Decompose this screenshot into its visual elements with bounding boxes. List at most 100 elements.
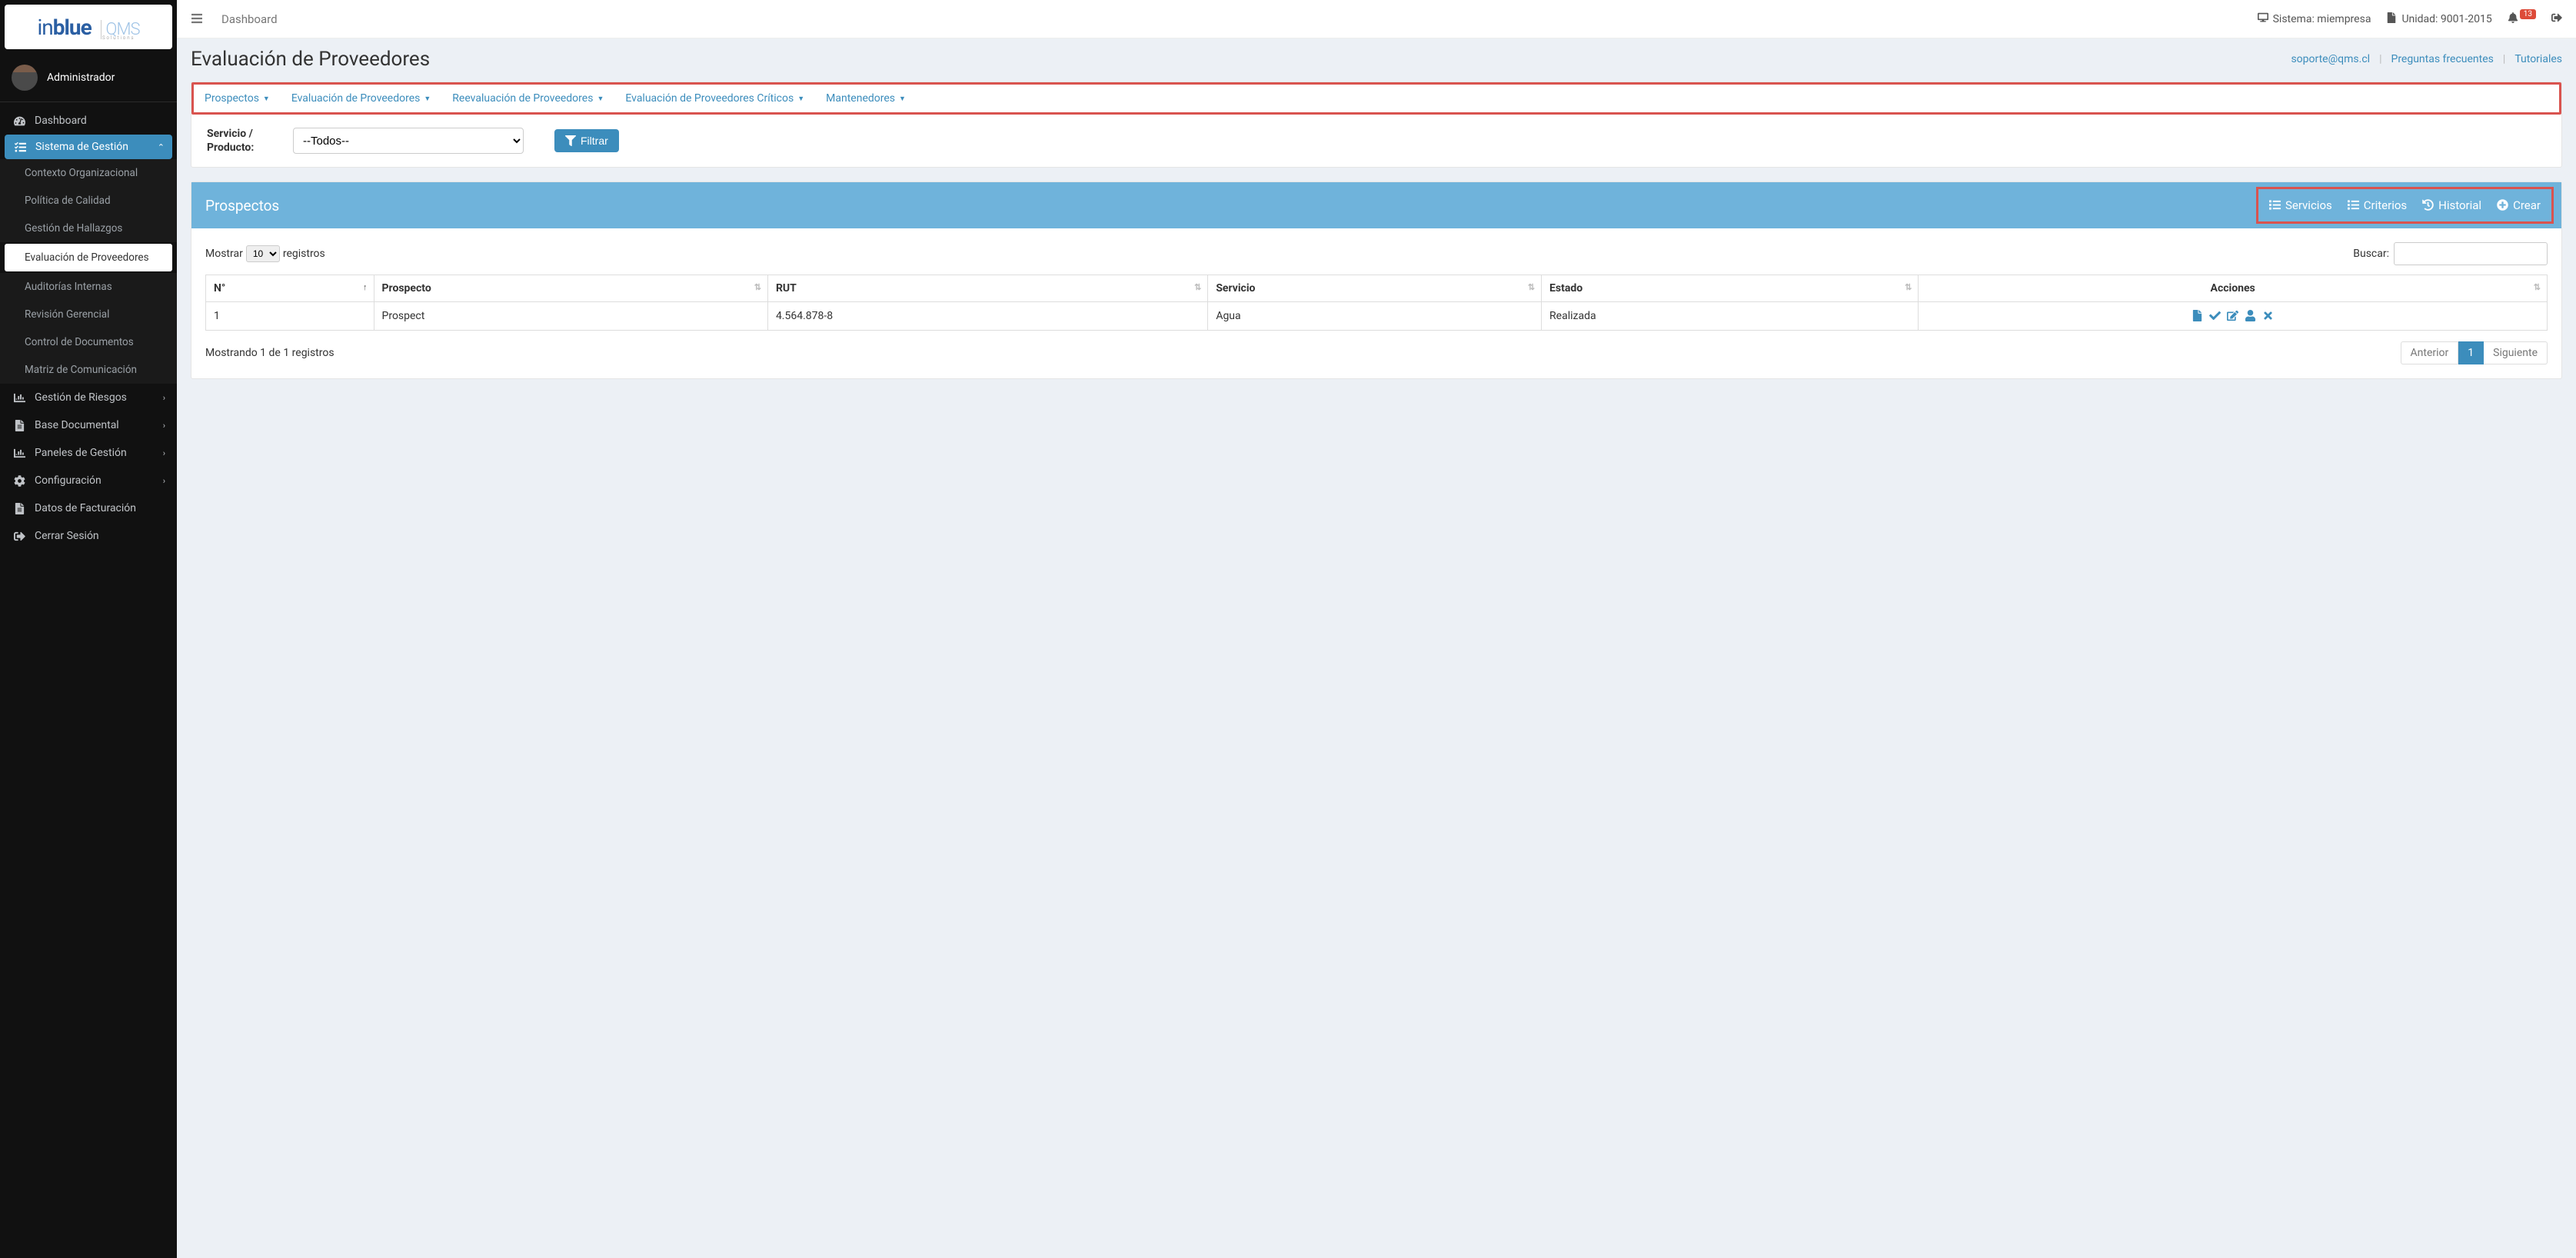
caret-down-icon: ▼ xyxy=(797,95,804,103)
cell-actions xyxy=(1919,302,2548,331)
length-prefix: Mostrar xyxy=(205,248,243,260)
sort-icon: ⇅ xyxy=(754,282,761,292)
sidebar-item-8[interactable]: Control de Documentos xyxy=(0,328,177,356)
main: Dashboard Sistema: miempresa Unidad: 900… xyxy=(177,0,2576,1258)
logo-qms: QMSSolutions xyxy=(101,20,140,39)
page-links: soporte@qms.cl | Preguntas frecuentes | … xyxy=(2291,53,2562,65)
caret-down-icon: ▼ xyxy=(899,95,906,103)
history-icon xyxy=(2422,198,2434,212)
col-1[interactable]: Prospecto⇅ xyxy=(374,275,767,302)
chevron-right-icon: › xyxy=(163,421,165,431)
tab-0[interactable]: Prospectos ▼ xyxy=(205,92,270,105)
pager: Anterior 1 Siguiente xyxy=(2401,341,2548,364)
faq-link[interactable]: Preguntas frecuentes xyxy=(2391,53,2493,65)
breadcrumb[interactable]: Dashboard xyxy=(221,12,278,26)
col-5[interactable]: Acciones⇅ xyxy=(1919,275,2548,302)
tab-1[interactable]: Evaluación de Proveedores ▼ xyxy=(291,92,431,105)
col-3[interactable]: Servicio⇅ xyxy=(1208,275,1542,302)
sidebar-item-0[interactable]: Dashboard xyxy=(0,107,177,135)
panel-card: Prospectos Servicios Criterios Histor xyxy=(191,181,2562,379)
sidebar-item-11[interactable]: Base Documental› xyxy=(0,411,177,439)
sidebar-item-label: Paneles de Gestión xyxy=(35,447,163,459)
tab-label: Prospectos xyxy=(205,92,259,105)
tab-label: Mantenedores xyxy=(826,92,895,105)
sign-out-icon xyxy=(12,531,27,542)
sidebar-item-2[interactable]: Contexto Organizacional xyxy=(0,159,177,187)
filter-icon xyxy=(565,135,576,147)
sidebar-item-label: Política de Calidad xyxy=(25,195,165,207)
sidebar-item-1[interactable]: Sistema de Gestión⌃ xyxy=(5,135,172,159)
delete-action-icon[interactable] xyxy=(2262,309,2274,323)
notif-badge: 13 xyxy=(2520,9,2536,19)
notifications-button[interactable]: 13 xyxy=(2508,12,2536,25)
sidebar-item-label: Revisión Gerencial xyxy=(25,308,165,321)
sidebar-item-label: Gestión de Hallazgos xyxy=(25,222,165,235)
crear-button[interactable]: Crear xyxy=(2497,198,2541,212)
sidebar-item-15[interactable]: Cerrar Sesión xyxy=(0,522,177,550)
tasks-icon xyxy=(12,141,28,153)
tabs-card: Prospectos ▼Evaluación de Proveedores ▼R… xyxy=(191,82,2562,168)
support-link[interactable]: soporte@qms.cl xyxy=(2291,53,2370,65)
tab-2[interactable]: Reevaluación de Proveedores ▼ xyxy=(452,92,604,105)
tab-3[interactable]: Evaluación de Proveedores Críticos ▼ xyxy=(625,92,804,105)
tab-label: Reevaluación de Proveedores xyxy=(452,92,593,105)
page-title: Evaluación de Proveedores xyxy=(191,48,430,71)
cell-n: 1 xyxy=(206,302,374,331)
historial-button[interactable]: Historial xyxy=(2422,198,2481,212)
plus-circle-icon xyxy=(2497,198,2508,212)
sort-icon: ⇅ xyxy=(2534,282,2541,292)
sidebar-item-6[interactable]: Auditorías Internas xyxy=(0,273,177,301)
menu-toggle-icon[interactable] xyxy=(191,12,203,26)
check-action-icon[interactable] xyxy=(2209,309,2221,323)
sidebar-item-label: Evaluación de Proveedores xyxy=(25,251,161,264)
pager-next[interactable]: Siguiente xyxy=(2484,341,2548,364)
sidebar-item-label: Datos de Facturación xyxy=(35,502,165,514)
sidebar-item-10[interactable]: Gestión de Riesgos› xyxy=(0,384,177,411)
logo-in: in xyxy=(37,15,52,40)
criterios-button[interactable]: Criterios xyxy=(2348,198,2407,212)
col-0[interactable]: N°↑ xyxy=(206,275,374,302)
file-action-icon[interactable] xyxy=(2192,309,2203,323)
list-icon xyxy=(2269,198,2281,212)
sidebar-item-label: Control de Documentos xyxy=(25,336,165,348)
sidebar-item-14[interactable]: Datos de Facturación xyxy=(0,494,177,522)
unidad-indicator[interactable]: Unidad: 9001-2015 xyxy=(2386,12,2491,25)
gear-icon xyxy=(12,475,27,487)
cell-estado: Realizada xyxy=(1542,302,1919,331)
user-action-icon[interactable] xyxy=(2245,309,2256,323)
sidebar-item-label: Matriz de Comunicación xyxy=(25,364,165,376)
sidebar-item-4[interactable]: Gestión de Hallazgos xyxy=(0,215,177,242)
pager-prev[interactable]: Anterior xyxy=(2401,341,2459,364)
caret-down-icon: ▼ xyxy=(597,95,604,103)
filter-button[interactable]: Filtrar xyxy=(554,129,619,152)
logout-button[interactable] xyxy=(2551,12,2562,25)
sidebar-item-label: Base Documental xyxy=(35,419,163,431)
pager-page-1[interactable]: 1 xyxy=(2458,341,2484,364)
filter-row: Servicio / Producto: --Todos-- Filtrar xyxy=(191,115,2561,167)
sidebar-item-3[interactable]: Política de Calidad xyxy=(0,187,177,215)
sidebar-item-label: Dashboard xyxy=(35,115,165,127)
col-2[interactable]: RUT⇅ xyxy=(767,275,1207,302)
caret-down-icon: ▼ xyxy=(424,95,431,103)
col-4[interactable]: Estado⇅ xyxy=(1542,275,1919,302)
search-input[interactable] xyxy=(2394,242,2548,265)
sidebar-item-12[interactable]: Paneles de Gestión› xyxy=(0,439,177,467)
sistema-indicator[interactable]: Sistema: miempresa xyxy=(2258,12,2371,25)
logo[interactable]: inblue QMSSolutions xyxy=(5,5,172,49)
logo-wrap: inblue QMSSolutions xyxy=(0,0,177,54)
tutorials-link[interactable]: Tutoriales xyxy=(2514,53,2562,65)
sidebar-item-9[interactable]: Matriz de Comunicación xyxy=(0,356,177,384)
sidebar-item-label: Sistema de Gestión xyxy=(35,141,158,153)
tab-4[interactable]: Mantenedores ▼ xyxy=(826,92,906,105)
filter-select[interactable]: --Todos-- xyxy=(293,128,524,154)
user-name: Administrador xyxy=(47,72,115,84)
sidebar-item-13[interactable]: Configuración› xyxy=(0,467,177,494)
sidebar-item-5[interactable]: Evaluación de Proveedores xyxy=(5,244,172,271)
servicios-button[interactable]: Servicios xyxy=(2269,198,2332,212)
user-panel[interactable]: Administrador xyxy=(0,54,177,102)
page-length-select[interactable]: 10 xyxy=(246,245,280,262)
table-info: Mostrando 1 de 1 registros xyxy=(205,347,334,359)
edit-action-icon[interactable] xyxy=(2227,309,2238,323)
data-table: N°↑Prospecto⇅RUT⇅Servicio⇅Estado⇅Accione… xyxy=(205,275,2548,331)
sidebar-item-7[interactable]: Revisión Gerencial xyxy=(0,301,177,328)
